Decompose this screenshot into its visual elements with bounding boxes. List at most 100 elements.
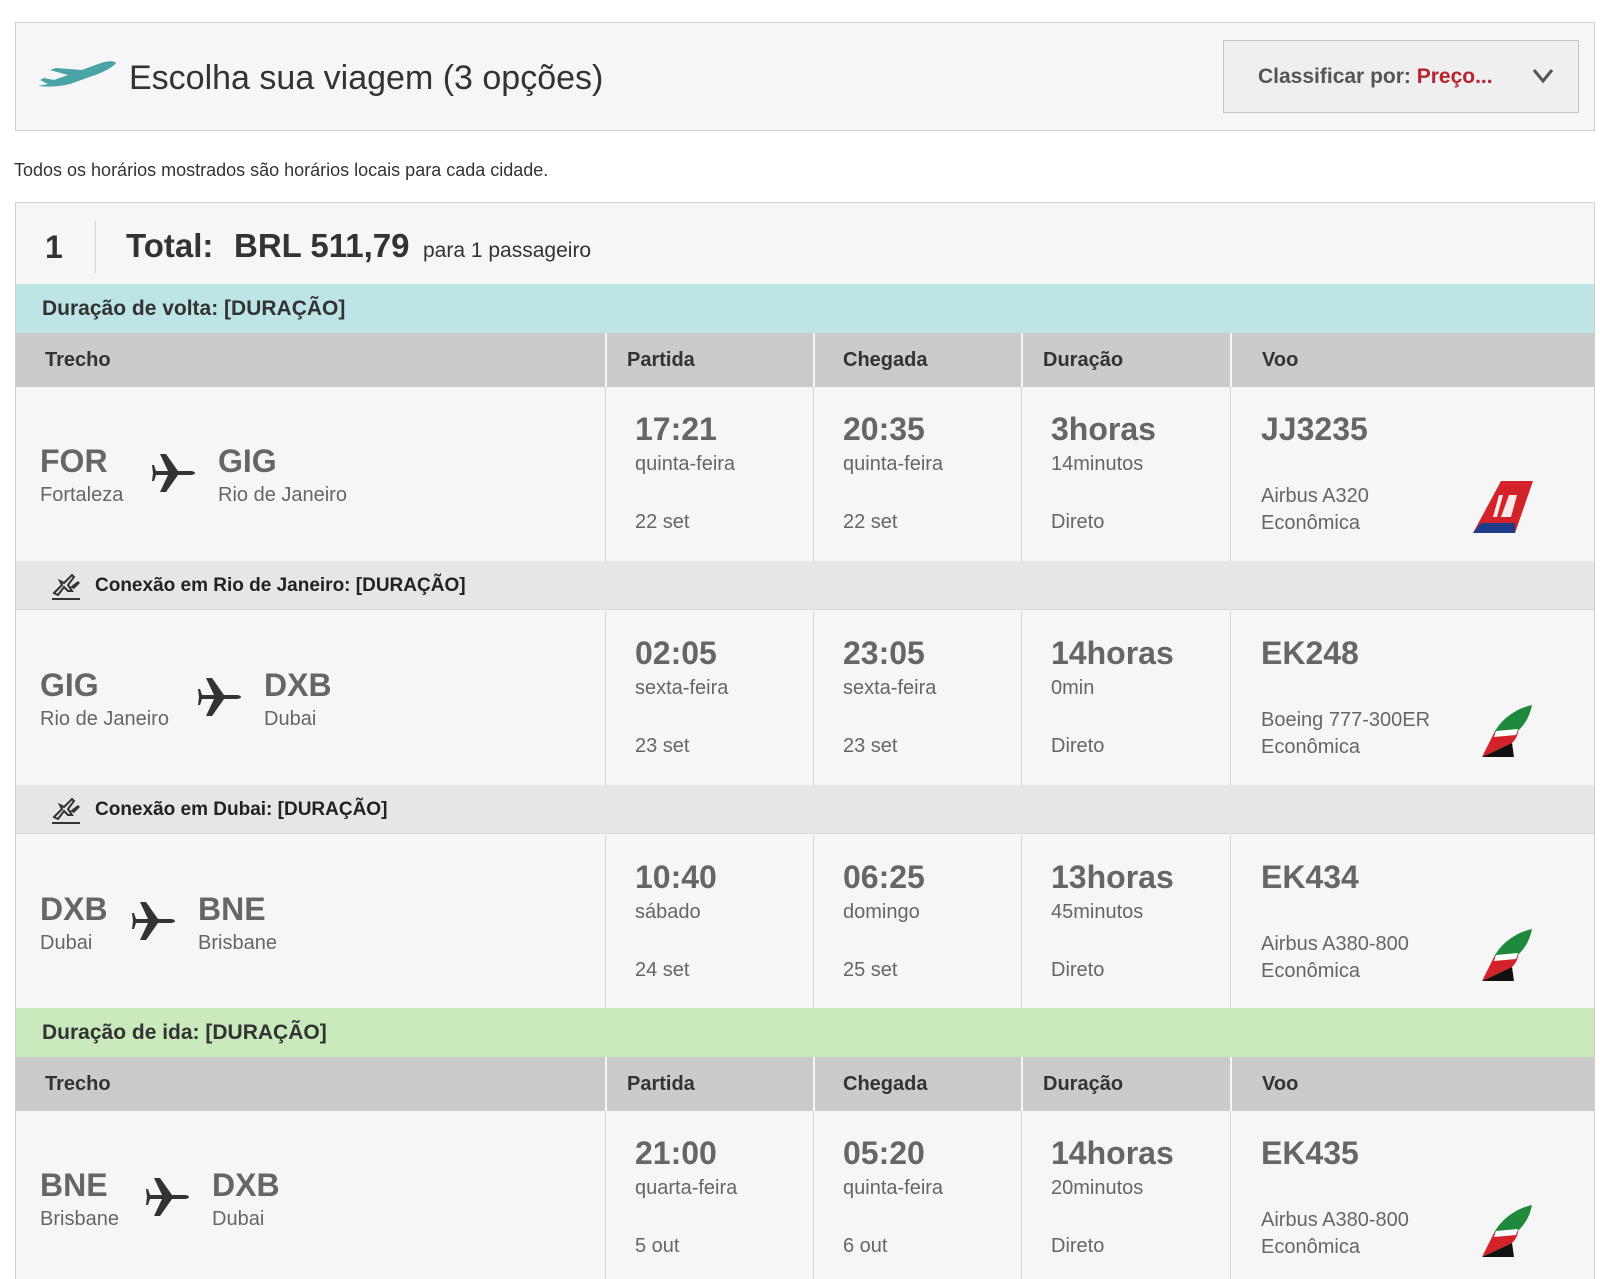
connection-text: Conexão em Dubai: [DURAÇÃO] bbox=[95, 799, 388, 820]
connection-icon bbox=[52, 573, 80, 600]
arrival-time: 23:05 bbox=[843, 635, 925, 671]
flight-segment[interactable]: GIG Rio de Janeiro DXB Dubai 02:05 sexta… bbox=[16, 611, 1594, 787]
divider bbox=[813, 611, 814, 786]
departure-time: 10:40 bbox=[635, 859, 717, 895]
origin-code: BNE bbox=[40, 1167, 108, 1203]
column-header-row: Trecho Partida Chegada Duração Voo bbox=[16, 1057, 1594, 1111]
divider bbox=[605, 1111, 606, 1279]
arrival-date: 22 set bbox=[843, 511, 898, 533]
airplane-icon bbox=[38, 61, 116, 87]
divider bbox=[605, 611, 606, 786]
destination-city: Brisbane bbox=[198, 932, 277, 954]
arrival-day: sexta-feira bbox=[843, 677, 937, 699]
departure-time: 21:00 bbox=[635, 1135, 717, 1171]
airplane-icon bbox=[198, 678, 241, 716]
column-header-row: Trecho Partida Chegada Duração Voo bbox=[16, 333, 1594, 387]
stops: Direto bbox=[1051, 511, 1105, 533]
total-price: BRL 511,79 bbox=[234, 227, 410, 264]
duration-hours: 3horas bbox=[1051, 411, 1156, 447]
divider bbox=[1230, 835, 1231, 1010]
sort-label: Classificar por: Preço... bbox=[1258, 65, 1493, 89]
divider bbox=[1021, 835, 1022, 1010]
cabin-class: Econômica bbox=[1261, 1236, 1360, 1258]
flight-number: JJ3235 bbox=[1261, 411, 1368, 447]
tam-logo-icon bbox=[1473, 481, 1533, 533]
col-trecho: Trecho bbox=[45, 349, 111, 371]
cabin-class: Econômica bbox=[1261, 960, 1360, 982]
divider bbox=[1021, 1057, 1023, 1111]
aircraft-model: Airbus A320 bbox=[1261, 485, 1369, 507]
stops: Direto bbox=[1051, 1235, 1105, 1257]
departure-day: quarta-feira bbox=[635, 1177, 738, 1199]
cabin-class: Econômica bbox=[1261, 736, 1360, 758]
arrival-date: 6 out bbox=[843, 1235, 888, 1257]
stops: Direto bbox=[1051, 959, 1105, 981]
divider bbox=[605, 835, 606, 1010]
origin-city: Brisbane bbox=[40, 1208, 119, 1230]
departure-date: 23 set bbox=[635, 735, 690, 757]
origin-city: Rio de Janeiro bbox=[40, 708, 169, 730]
chevron-down-icon bbox=[1532, 69, 1554, 84]
divider bbox=[813, 387, 814, 562]
duration-hours: 14horas bbox=[1051, 1135, 1174, 1171]
divider bbox=[605, 387, 606, 562]
duration-minutes: 20minutos bbox=[1051, 1177, 1144, 1199]
origin-city: Dubai bbox=[40, 932, 93, 954]
divider bbox=[605, 333, 607, 387]
divider bbox=[1021, 611, 1022, 786]
destination-city: Dubai bbox=[212, 1208, 265, 1230]
col-chegada: Chegada bbox=[843, 1073, 928, 1095]
col-voo: Voo bbox=[1262, 1073, 1299, 1095]
sort-label-text: Classificar por: bbox=[1258, 65, 1411, 88]
total-bar: 1 Total: BRL 511,79 para 1 passageiro bbox=[16, 203, 1594, 290]
divider bbox=[605, 1057, 607, 1111]
timezone-note: Todos os horários mostrados são horários… bbox=[14, 160, 549, 180]
divider bbox=[813, 1057, 815, 1111]
destination-code: GIG bbox=[218, 443, 277, 479]
emirates-logo-icon bbox=[1482, 929, 1532, 981]
col-partida: Partida bbox=[627, 349, 695, 371]
departure-time: 17:21 bbox=[635, 411, 717, 447]
col-partida: Partida bbox=[627, 1073, 695, 1095]
divider bbox=[813, 333, 815, 387]
divider bbox=[813, 835, 814, 1010]
departure-day: sexta-feira bbox=[635, 677, 729, 699]
destination-city: Dubai bbox=[264, 708, 317, 730]
aircraft-info: Airbus A380-800 Econômica bbox=[1261, 931, 1409, 985]
cabin-class: Econômica bbox=[1261, 512, 1360, 534]
divider bbox=[1021, 1111, 1022, 1279]
flight-segment[interactable]: DXB Dubai BNE Brisbane 10:40 sábado 24 s… bbox=[16, 835, 1594, 1011]
total-label: Total: bbox=[126, 227, 214, 264]
emirates-logo-icon bbox=[1482, 705, 1532, 757]
departure-date: 5 out bbox=[635, 1235, 680, 1257]
aircraft-info: Airbus A380-800 Econômica bbox=[1261, 1207, 1409, 1261]
divider bbox=[1021, 333, 1023, 387]
departure-day: sábado bbox=[635, 901, 701, 923]
result-card: 1 Total: BRL 511,79 para 1 passageiro Du… bbox=[15, 202, 1595, 1279]
divider bbox=[95, 221, 96, 273]
divider bbox=[813, 1111, 814, 1279]
arrival-day: quinta-feira bbox=[843, 1177, 944, 1199]
flight-segment[interactable]: BNE Brisbane DXB Dubai 21:00 quarta-feir… bbox=[16, 1111, 1594, 1279]
connection-icon bbox=[52, 797, 80, 824]
arrival-day: quinta-feira bbox=[843, 453, 944, 475]
flight-segment[interactable]: FOR Fortaleza GIG Rio de Janeiro 17:21 q… bbox=[16, 387, 1594, 563]
arrival-time: 05:20 bbox=[843, 1135, 925, 1171]
departure-time: 02:05 bbox=[635, 635, 717, 671]
airplane-icon bbox=[132, 902, 175, 940]
airplane-icon bbox=[146, 1178, 189, 1216]
connection-row: Conexão em Dubai: [DURAÇÃO] bbox=[16, 785, 1594, 834]
duration-minutes: 45minutos bbox=[1051, 901, 1144, 923]
departure-date: 24 set bbox=[635, 959, 690, 981]
airplane-icon bbox=[152, 454, 195, 492]
sort-dropdown[interactable]: Classificar por: Preço... bbox=[1223, 40, 1579, 113]
divider bbox=[1230, 611, 1231, 786]
emirates-logo-icon bbox=[1482, 1205, 1532, 1257]
duration-minutes: 14minutos bbox=[1051, 453, 1144, 475]
stops: Direto bbox=[1051, 735, 1105, 757]
flight-number: EK435 bbox=[1261, 1135, 1359, 1171]
page-title: Escolha sua viagem (3 opções) bbox=[129, 59, 604, 97]
flight-number: EK248 bbox=[1261, 635, 1359, 671]
departure-day: quinta-feira bbox=[635, 453, 736, 475]
destination-code: DXB bbox=[264, 667, 332, 703]
